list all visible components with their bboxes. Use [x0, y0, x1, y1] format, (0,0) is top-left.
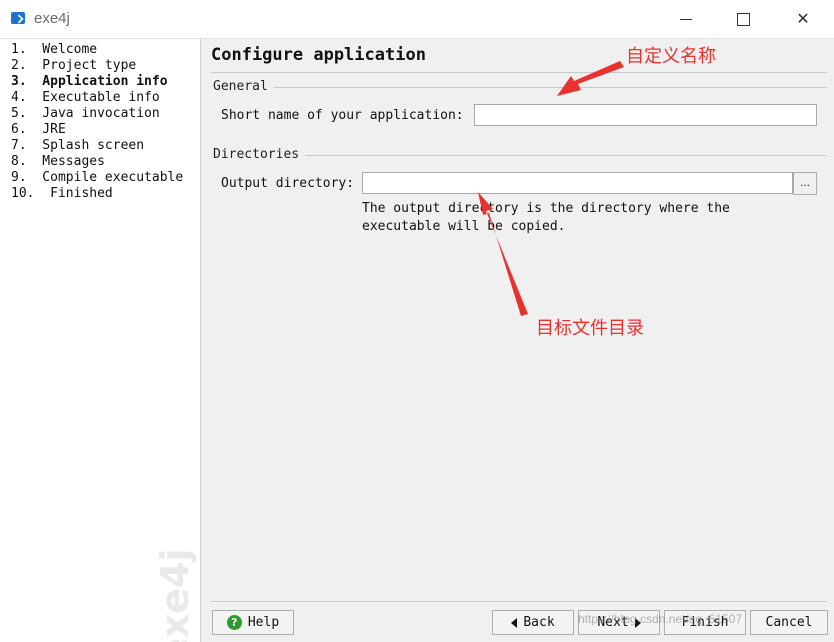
- directories-divider: [213, 155, 827, 156]
- output-directory-label: Output directory:: [221, 176, 355, 191]
- browse-button[interactable]: ...: [793, 172, 817, 195]
- general-divider: [213, 87, 827, 88]
- output-directory-hint: The output directory is the directory wh…: [362, 200, 782, 236]
- help-label: Help: [247, 615, 280, 630]
- sidebar-step[interactable]: 8. Messages: [11, 154, 200, 170]
- url-watermark: https://blog.csdn.net/qq_51507: [578, 612, 743, 626]
- sidebar-step[interactable]: 2. Project type: [11, 58, 200, 74]
- back-label: Back: [523, 615, 555, 630]
- step-list: 1. Welcome 2. Project type 3. Application …: [0, 39, 200, 202]
- wizard-content: Configure application General Short name…: [201, 39, 834, 642]
- sidebar-step[interactable]: 7. Splash screen: [11, 138, 200, 154]
- exe4j-watermark-logo: exe4j: [153, 548, 197, 642]
- wizard-step-list: 1. Welcome 2. Project type 3. Application …: [0, 39, 201, 642]
- window-title: exe4j: [34, 10, 70, 27]
- short-name-label: Short name of your application:: [221, 108, 464, 123]
- hint-line-1: The output directory is the directory wh…: [362, 201, 730, 216]
- minimize-button[interactable]: [662, 4, 708, 34]
- maximize-button[interactable]: [720, 4, 766, 34]
- sidebar-step[interactable]: 9. Compile executable: [11, 170, 200, 186]
- title-bar: exe4j ✕: [0, 0, 834, 39]
- arrow-left-icon: [511, 617, 518, 628]
- short-name-input[interactable]: [474, 104, 817, 126]
- page-title: Configure application: [211, 45, 426, 65]
- hint-line-2: executable will be copied.: [362, 219, 566, 234]
- annotation-name-note: 自定义名称: [626, 46, 716, 67]
- close-button[interactable]: ✕: [780, 4, 826, 34]
- watermark-text: exe4j: [153, 548, 197, 642]
- sidebar-step[interactable]: 6. JRE: [11, 122, 200, 138]
- output-directory-input[interactable]: [362, 172, 793, 194]
- sidebar-step[interactable]: 4. Executable info: [11, 90, 200, 106]
- minimize-icon: [680, 19, 692, 20]
- cancel-label: Cancel: [765, 615, 813, 630]
- back-button[interactable]: Back: [492, 610, 574, 635]
- sidebar-step[interactable]: 5. Java invocation: [11, 106, 200, 122]
- annotation-directory-note: 目标文件目录: [536, 318, 644, 339]
- title-divider: [211, 72, 827, 73]
- cancel-button[interactable]: Cancel: [750, 610, 828, 635]
- sidebar-step[interactable]: 1. Welcome: [11, 42, 200, 58]
- sidebar-step[interactable]: 3. Application info: [11, 74, 200, 90]
- maximize-icon: [737, 13, 750, 26]
- directories-heading: Directories: [213, 147, 306, 162]
- help-icon: ?: [226, 615, 242, 630]
- general-heading: General: [213, 79, 274, 94]
- app-icon: [11, 12, 25, 24]
- help-button[interactable]: ? Help: [212, 610, 294, 635]
- sidebar-step[interactable]: 10. Finished: [11, 186, 200, 202]
- footer-divider: [211, 601, 827, 602]
